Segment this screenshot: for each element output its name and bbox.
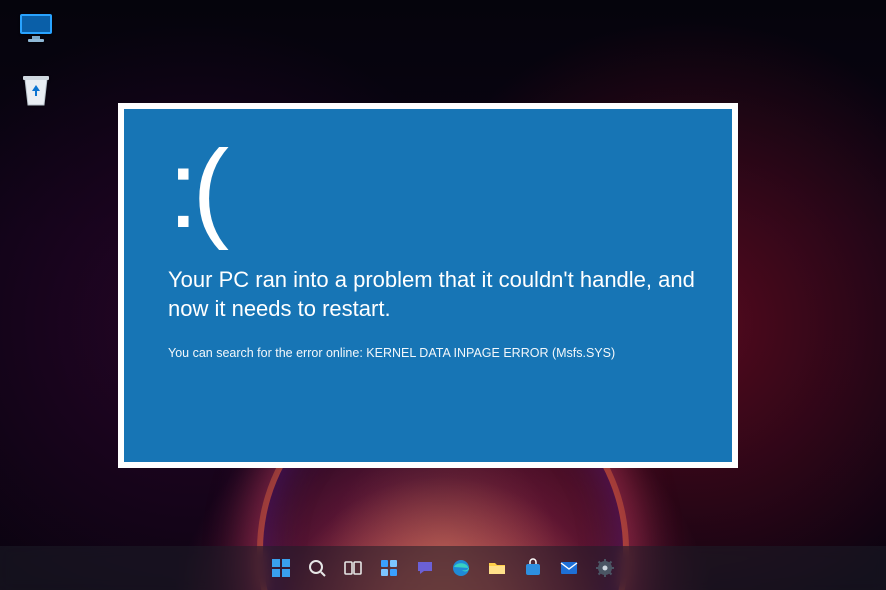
search-button[interactable] <box>302 553 332 583</box>
mail-button[interactable] <box>554 553 584 583</box>
widgets-icon <box>379 558 399 578</box>
taskbar-items <box>266 553 620 583</box>
monitor-icon <box>18 12 54 49</box>
desktop[interactable]: :( Your PC ran into a problem that it co… <box>0 0 886 590</box>
chat-button[interactable] <box>410 553 440 583</box>
widgets-button[interactable] <box>374 553 404 583</box>
mail-icon <box>559 558 579 578</box>
store-icon <box>523 558 543 578</box>
desktop-icons <box>12 12 60 114</box>
bsod-message: Your PC ran into a problem that it could… <box>168 265 700 324</box>
bsod-window: :( Your PC ran into a problem that it co… <box>118 103 738 468</box>
chat-icon <box>415 558 435 578</box>
folder-icon <box>487 558 507 578</box>
taskbar <box>0 546 886 590</box>
bsod-frown: :( <box>168 143 700 237</box>
edge-button[interactable] <box>446 553 476 583</box>
windows-icon <box>271 558 291 578</box>
store-button[interactable] <box>518 553 548 583</box>
file-explorer-button[interactable] <box>482 553 512 583</box>
bsod-detail: You can search for the error online: KER… <box>168 346 700 360</box>
bsod-panel: :( Your PC ran into a problem that it co… <box>124 109 732 462</box>
search-icon <box>307 558 327 578</box>
gear-icon <box>595 558 615 578</box>
desktop-icon-recycle-bin[interactable] <box>12 73 60 114</box>
settings-button[interactable] <box>590 553 620 583</box>
task-view-button[interactable] <box>338 553 368 583</box>
start-button[interactable] <box>266 553 296 583</box>
desktop-icon-this-pc[interactable] <box>12 12 60 49</box>
task-view-icon <box>343 558 363 578</box>
edge-icon <box>451 558 471 578</box>
recycle-bin-icon <box>20 73 52 114</box>
